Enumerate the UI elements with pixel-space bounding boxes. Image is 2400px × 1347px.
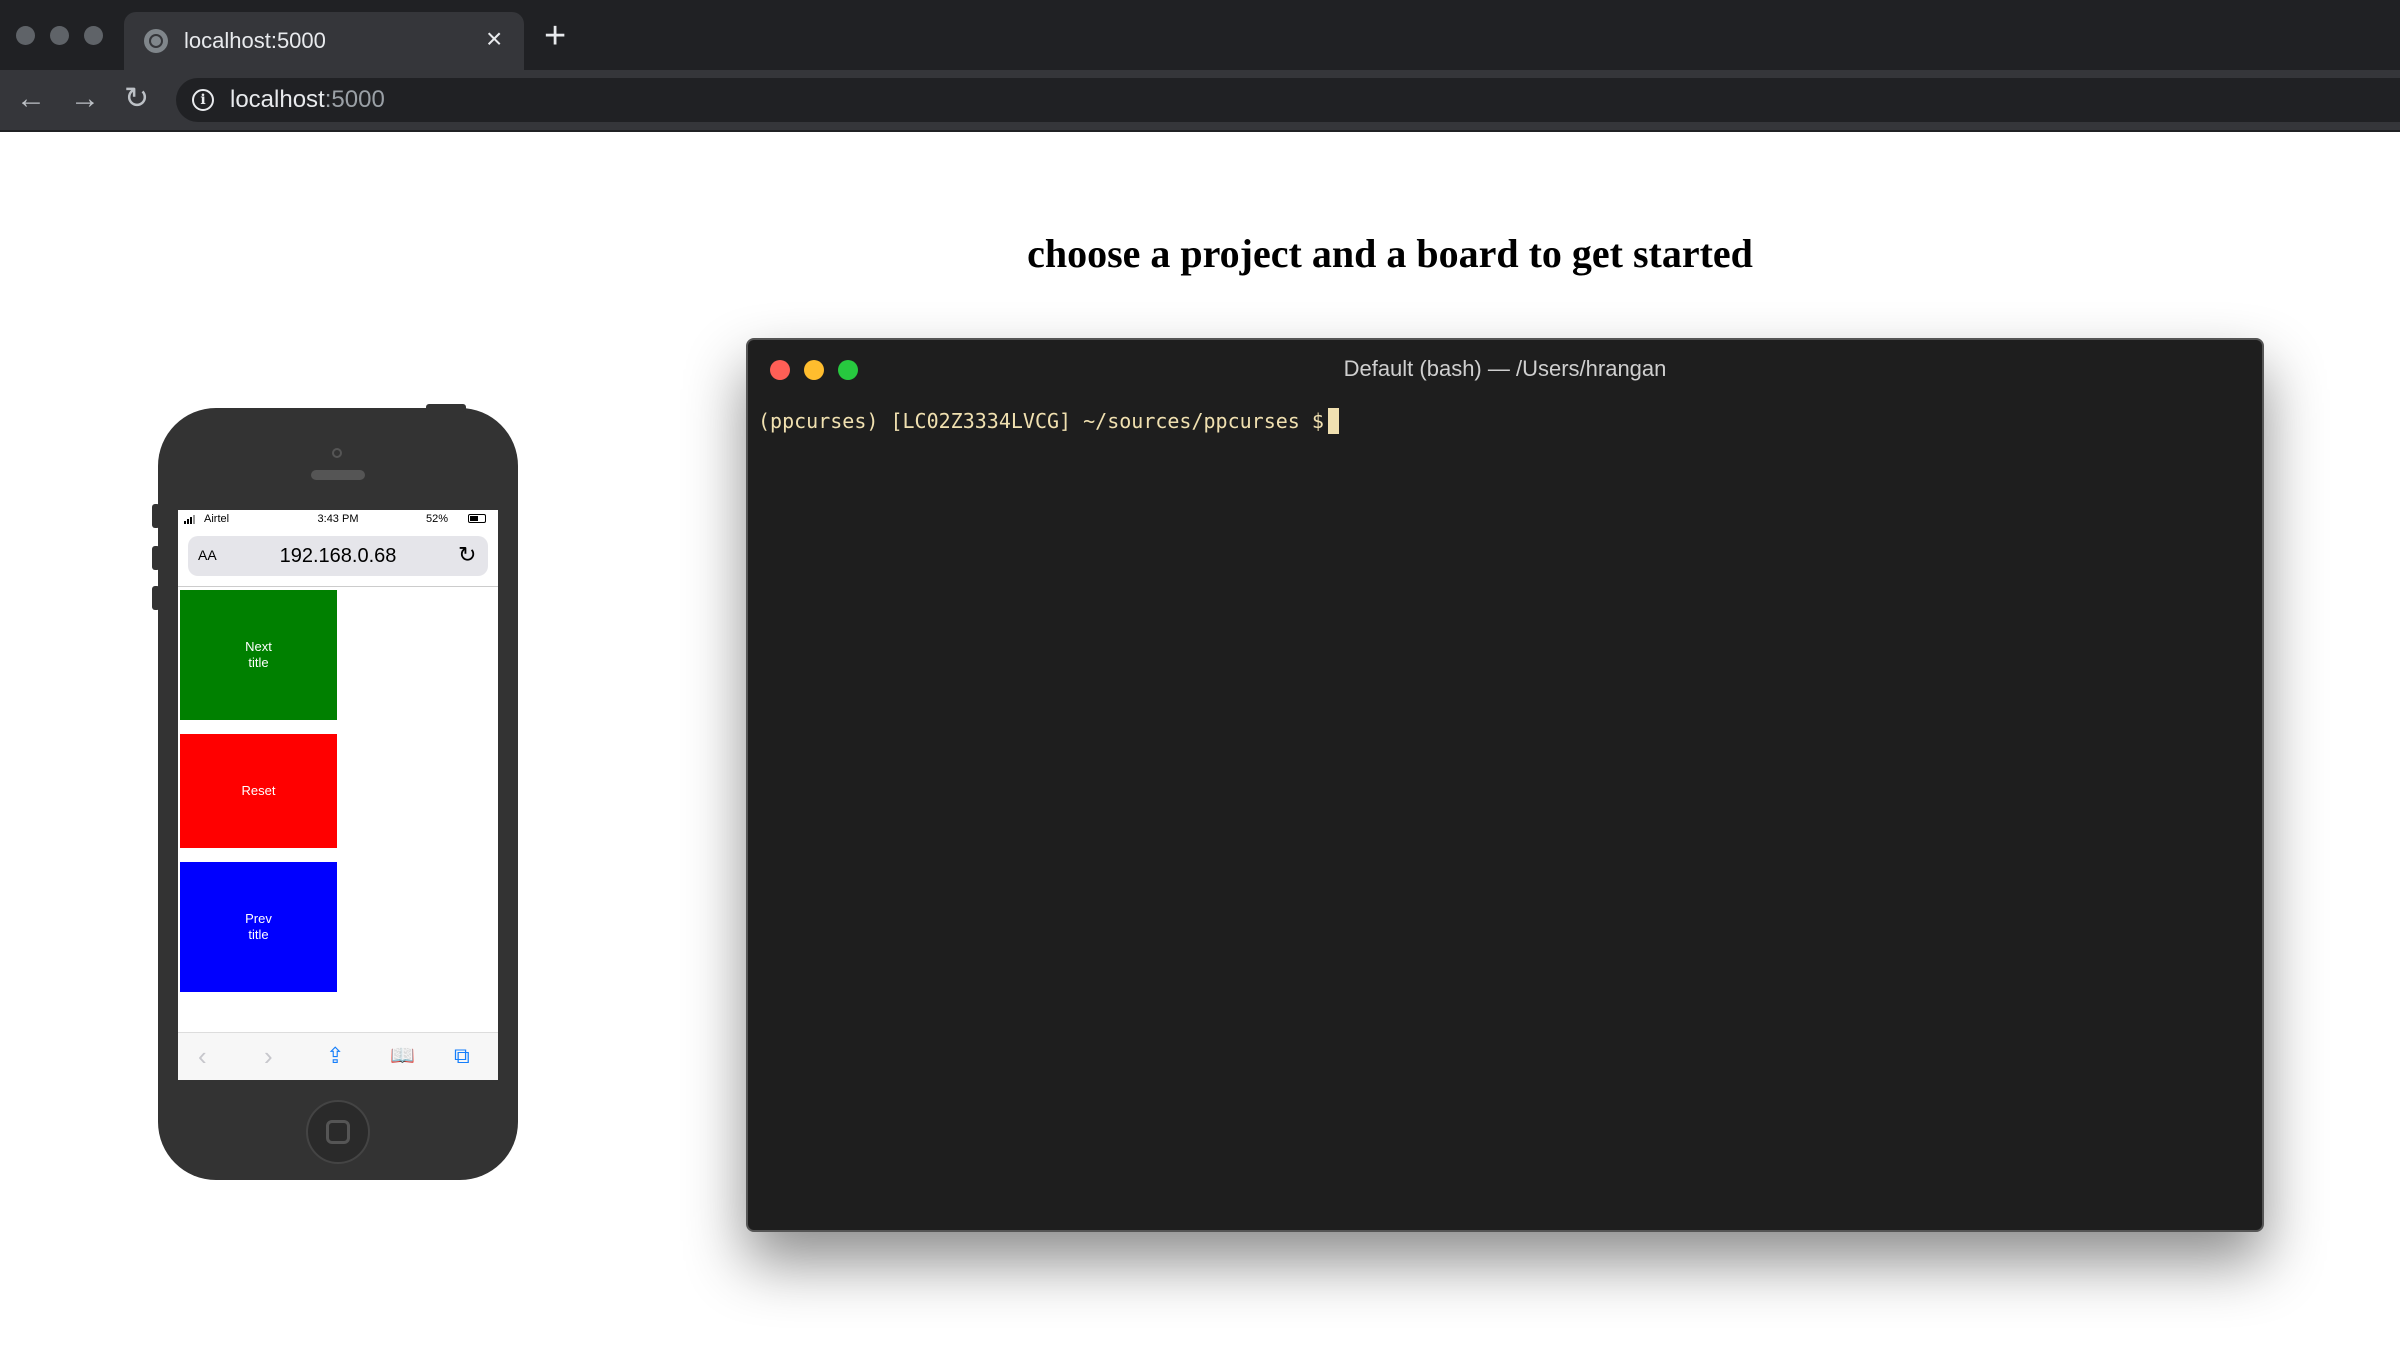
info-icon[interactable]: i bbox=[192, 89, 214, 111]
toolbar-divider bbox=[0, 130, 2400, 132]
speaker-grille bbox=[311, 470, 365, 480]
prev-title-button[interactable]: Prev title bbox=[180, 862, 337, 992]
browser-toolbar: ← → ↻ i localhost:5000 bbox=[0, 70, 2400, 130]
terminal-window[interactable]: Default (bash) — /Users/hrangan (ppcurse… bbox=[746, 338, 2264, 1232]
safari-back-icon[interactable]: ‹ bbox=[198, 1041, 207, 1071]
safari-toolbar: ‹ › ⇪ 📖 ⧉ bbox=[178, 1032, 498, 1080]
phone-mockup: Airtel 3:43 PM 52% AA 192.168.0.68 ↻ Nex… bbox=[152, 404, 518, 1180]
tab-title: localhost:5000 bbox=[184, 28, 326, 53]
bookmarks-icon[interactable]: 📖 bbox=[390, 1041, 415, 1071]
reload-icon[interactable]: ↻ bbox=[124, 84, 149, 114]
battery-percent: 52% bbox=[426, 513, 449, 525]
forward-arrow-icon[interactable]: → bbox=[70, 84, 100, 114]
volume-down-button bbox=[152, 586, 160, 610]
browser-tab[interactable]: localhost:5000 × bbox=[124, 12, 524, 70]
reset-button[interactable]: Reset bbox=[180, 734, 337, 848]
url-text[interactable]: localhost:5000 bbox=[230, 86, 385, 114]
new-tab-button[interactable]: + bbox=[544, 17, 566, 55]
address-bar[interactable]: i localhost:5000 bbox=[176, 78, 2400, 122]
tab-strip: localhost:5000 × + bbox=[0, 0, 2400, 70]
status-bar: Airtel 3:43 PM 52% bbox=[178, 510, 498, 528]
phone-screen: Airtel 3:43 PM 52% AA 192.168.0.68 ↻ Nex… bbox=[178, 510, 498, 1080]
mobile-url[interactable]: 192.168.0.68 bbox=[188, 545, 488, 568]
camera-icon bbox=[332, 448, 342, 458]
status-time: 3:43 PM bbox=[317, 513, 359, 525]
mute-switch bbox=[152, 504, 160, 528]
globe-icon bbox=[144, 29, 168, 53]
safari-forward-icon[interactable]: › bbox=[264, 1041, 273, 1071]
page-heading: choose a project and a board to get star… bbox=[1027, 231, 1753, 276]
terminal-prompt[interactable]: (ppcurses) [LC02Z3334LVCG] ~/sources/ppc… bbox=[758, 408, 1339, 434]
share-icon[interactable]: ⇪ bbox=[326, 1041, 344, 1071]
window-minimize-button[interactable] bbox=[50, 26, 69, 45]
address-divider bbox=[178, 586, 498, 587]
window-close-button[interactable] bbox=[16, 26, 35, 45]
tab-close-icon[interactable]: × bbox=[486, 23, 502, 55]
tabs-icon[interactable]: ⧉ bbox=[454, 1041, 470, 1071]
terminal-title: Default (bash) — /Users/hrangan bbox=[1343, 356, 1667, 381]
window-zoom-button[interactable] bbox=[84, 26, 103, 45]
back-arrow-icon[interactable]: ← bbox=[16, 84, 46, 114]
text-cursor bbox=[1327, 408, 1339, 434]
mobile-reload-icon[interactable]: ↻ bbox=[458, 542, 476, 568]
next-title-button[interactable]: Next title bbox=[180, 590, 337, 720]
home-button[interactable] bbox=[306, 1100, 370, 1164]
power-button bbox=[426, 404, 466, 412]
battery-icon bbox=[468, 514, 486, 523]
volume-up-button bbox=[152, 546, 160, 570]
mobile-address-bar[interactable]: AA 192.168.0.68 ↻ bbox=[188, 536, 488, 576]
